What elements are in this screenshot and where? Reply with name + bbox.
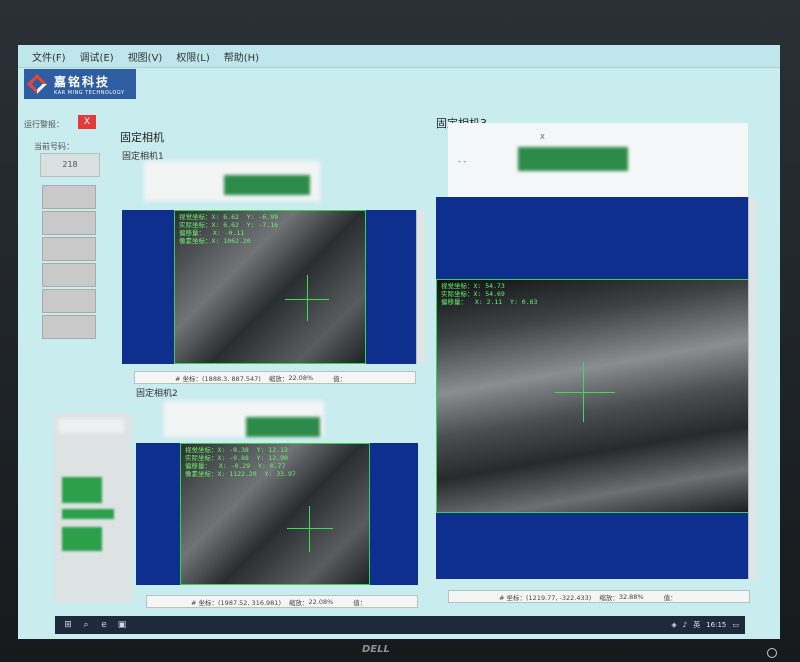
windows-taskbar: ⊞ ⌕ e ▣ ◈ ♪ 英 16:15 ▭ (55, 616, 745, 634)
camera1-status-bar (224, 175, 310, 195)
notification-icon[interactable]: ▭ (732, 621, 739, 629)
logo-mark-icon (28, 74, 48, 94)
app-window: 文件(F) 调试(E) 视图(V) 权限(L) 帮助(H) 嘉铭科技 KAR M… (18, 45, 780, 639)
side-button-5[interactable] (42, 289, 96, 313)
logo-cn-text: 嘉铭科技 (54, 74, 111, 89)
camera3-zoom: 32.88% (618, 592, 644, 601)
camera2-crosshair-v (309, 506, 310, 552)
camera2-status-bar-bottom: # 坐标：(1987.52, 316.981) 缩放： 22.08% 值： (146, 595, 418, 608)
camera2-overlay-text: 视觉坐标：X: -0.38 Y: 12.13 实际坐标：X: -0.88 Y: … (185, 446, 296, 478)
edge-icon[interactable]: e (99, 620, 109, 630)
menu-help[interactable]: 帮助(H) (224, 49, 259, 64)
menu-debug[interactable]: 调试(E) (80, 49, 114, 64)
camera3-crosshair-h (555, 392, 615, 393)
side-button-3[interactable] (42, 237, 96, 261)
menu-permission[interactable]: 权限(L) (176, 49, 209, 64)
camera3-overlay-text: 视觉坐标：X: 54.73 实际坐标：X: 54.69 偏移量： X: 2.11… (441, 282, 538, 306)
camera3-scrollbar[interactable] (748, 197, 757, 579)
clock[interactable]: 16:15 (706, 621, 726, 629)
camera1-view[interactable]: 视觉坐标：X: 6.62 Y: -6.99 实际坐标：X: 6.62 Y: -7… (122, 210, 416, 364)
camera3-value-label: 值： (663, 593, 677, 602)
fixed-cameras-group-title: 固定相机 (120, 131, 164, 144)
status-indicator-2 (62, 509, 114, 519)
camera1-overlay-text: 视觉坐标：X: 6.62 Y: -6.99 实际坐标：X: 6.62 Y: -7… (179, 213, 279, 245)
side-button-6[interactable] (42, 315, 96, 339)
camera2-crosshair-h (287, 528, 333, 529)
camera3-header-x: X (540, 133, 545, 141)
camera3-zoom-label: 缩放： (599, 593, 619, 602)
camera2-zoom-label: 缩放： (288, 598, 309, 607)
camera1-value-label: 值： (333, 374, 347, 383)
camera1-crosshair-v (307, 275, 308, 321)
alarm-label: 运行警报： (24, 120, 64, 129)
system-tray: ◈ ♪ 英 16:15 ▭ (665, 616, 739, 634)
camera3-view[interactable]: 视觉坐标：X: 54.73 实际坐标：X: 54.69 偏移量： X: 2.11… (436, 197, 748, 579)
alarm-clear-button[interactable]: X (78, 115, 96, 129)
camera1-status-bar-bottom: # 坐标：(1888.3, 887.547) 缩放： 22.08% 值： (134, 371, 416, 384)
menu-file[interactable]: 文件(F) (32, 49, 66, 64)
count-value: 218 (40, 153, 100, 177)
status-panel (54, 413, 132, 603)
camera1-coord: # 坐标：(1888.3, 887.547) (175, 374, 261, 383)
camera2-zoom: 22.08% (308, 597, 334, 606)
power-icon[interactable] (767, 648, 777, 658)
camera3-coord: # 坐标：(1219.77, -322.433) (499, 593, 592, 602)
camera1-zoom-label: 缩放： (268, 374, 289, 383)
logo-en-text: KAR MING TECHNOLOGY (54, 89, 125, 96)
side-button-1[interactable] (42, 185, 96, 209)
app-icon[interactable]: ▣ (117, 620, 127, 630)
status-indicator-3 (62, 527, 102, 551)
monitor-brand: DELL (362, 644, 390, 655)
side-button-4[interactable] (42, 263, 96, 287)
camera1-image: 视觉坐标：X: 6.62 Y: -6.99 实际坐标：X: 6.62 Y: -7… (174, 210, 366, 364)
menu-bar: 文件(F) 调试(E) 视图(V) 权限(L) 帮助(H) (18, 45, 780, 68)
network-icon[interactable]: ◈ (671, 621, 676, 629)
count-label: 当前号码： (34, 142, 74, 151)
status-indicator-1 (62, 477, 102, 503)
camera3-header-dash: - - (458, 157, 467, 166)
camera2-status-bar (246, 417, 320, 437)
camera2-view[interactable]: 视觉坐标：X: -0.38 Y: 12.13 实际坐标：X: -0.88 Y: … (136, 443, 418, 585)
camera2-image: 视觉坐标：X: -0.38 Y: 12.13 实际坐标：X: -0.88 Y: … (180, 443, 370, 585)
status-panel-header (58, 419, 124, 433)
camera3-status-bar-bottom: # 坐标：(1219.77, -322.433) 缩放： 32.88% 值： (448, 590, 750, 603)
camera2-coord: # 坐标：(1987.52, 316.981) (191, 598, 281, 607)
camera2-value-label: 值： (353, 598, 367, 607)
language-indicator[interactable]: 英 (693, 620, 700, 630)
camera1-zoom: 22.08% (288, 373, 314, 382)
camera2-label: 固定相机2 (136, 389, 178, 399)
menu-view[interactable]: 视图(V) (128, 49, 163, 64)
camera3-status-bar (518, 147, 628, 171)
company-logo: 嘉铭科技 KAR MING TECHNOLOGY (24, 69, 136, 99)
camera3-image: 视觉坐标：X: 54.73 实际坐标：X: 54.69 偏移量： X: 2.11… (436, 279, 748, 513)
side-button-2[interactable] (42, 211, 96, 235)
camera3-crosshair-v (583, 362, 584, 422)
windows-icon[interactable]: ⊞ (63, 620, 73, 630)
camera1-scrollbar[interactable] (416, 210, 425, 364)
volume-icon[interactable]: ♪ (683, 621, 687, 629)
search-icon[interactable]: ⌕ (81, 620, 91, 630)
